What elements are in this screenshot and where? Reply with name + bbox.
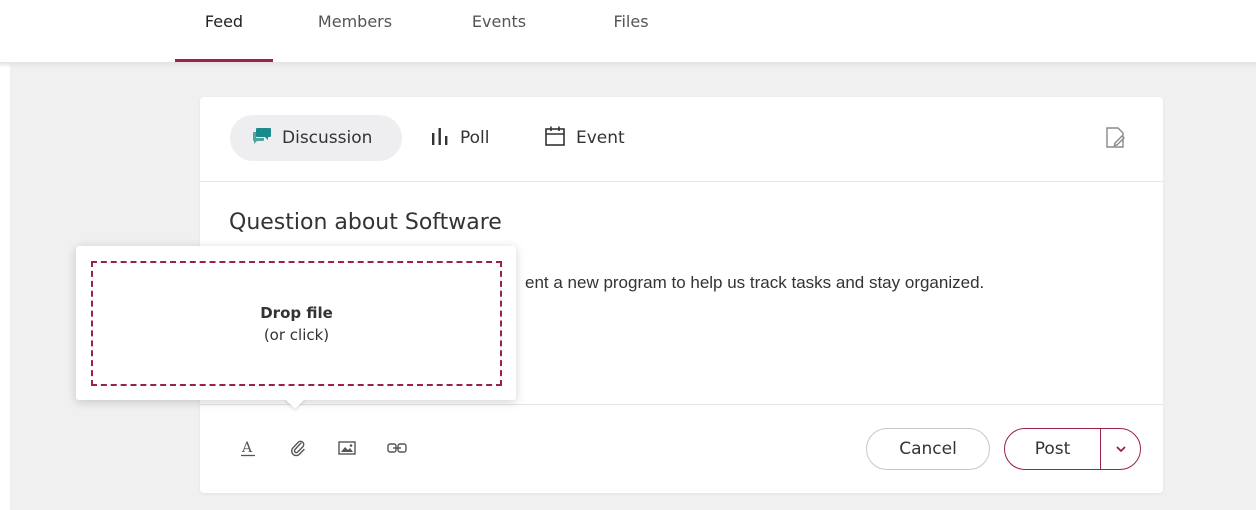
nav-shadow xyxy=(0,62,1256,68)
calendar-icon xyxy=(544,125,566,152)
tab-events[interactable]: Events xyxy=(458,0,540,62)
edit-document-icon[interactable] xyxy=(1103,126,1127,150)
chevron-down-icon xyxy=(1116,440,1126,458)
chat-bubbles-icon xyxy=(252,127,272,150)
post-title-input[interactable]: Question about Software xyxy=(229,210,502,235)
post-type-poll-label: Poll xyxy=(460,128,490,148)
tab-members[interactable]: Members xyxy=(302,0,408,62)
post-type-event-label: Event xyxy=(576,128,625,148)
tab-feed[interactable]: Feed xyxy=(175,0,273,62)
svg-text:A: A xyxy=(241,440,253,456)
tab-files[interactable]: Files xyxy=(598,0,664,62)
cancel-button[interactable]: Cancel xyxy=(866,428,990,470)
text-format-icon[interactable]: A xyxy=(235,435,261,461)
tab-feed-label: Feed xyxy=(204,12,244,31)
tab-files-label: Files xyxy=(613,12,649,31)
post-type-discussion-label: Discussion xyxy=(282,128,373,148)
file-dropzone[interactable]: Drop file (or click) xyxy=(91,261,502,386)
popover-arrow xyxy=(284,398,306,409)
bar-chart-icon xyxy=(430,126,450,151)
post-type-discussion[interactable]: Discussion xyxy=(230,115,402,161)
link-icon[interactable] xyxy=(384,435,410,461)
image-icon[interactable] xyxy=(334,435,360,461)
post-options-dropdown[interactable] xyxy=(1101,429,1140,469)
dropzone-subtitle: (or click) xyxy=(263,325,330,344)
attachment-icon[interactable] xyxy=(285,435,311,461)
post-button[interactable]: Post xyxy=(1005,429,1101,469)
top-nav: Feed Members Events Files xyxy=(0,0,1256,62)
post-body-text: ent a new program to help us track tasks… xyxy=(525,273,985,292)
tab-events-label: Events xyxy=(471,12,527,31)
tab-members-label: Members xyxy=(317,12,393,31)
composer-footer-divider xyxy=(200,404,1163,405)
attachment-popover: Drop file (or click) xyxy=(76,246,516,400)
post-type-poll[interactable]: Poll xyxy=(430,115,510,161)
post-type-event[interactable]: Event xyxy=(544,115,644,161)
dropzone-title: Drop file xyxy=(260,303,333,322)
post-button-group: Post xyxy=(1004,428,1141,470)
composer-header-divider xyxy=(200,181,1163,182)
